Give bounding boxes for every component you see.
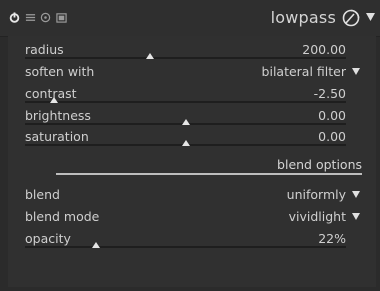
slider-track[interactable] — [25, 101, 346, 103]
saturation-slider[interactable]: saturation 0.00 — [25, 129, 360, 149]
module-header[interactable]: lowpass — [0, 0, 380, 37]
slider-knob[interactable] — [91, 242, 100, 248]
contrast-slider[interactable]: contrast -2.50 — [25, 86, 360, 106]
dropdown-arrow-icon[interactable] — [352, 213, 360, 220]
section-divider — [56, 173, 362, 175]
opacity-value: 22% — [318, 231, 346, 246]
slider-knob[interactable] — [146, 53, 155, 59]
blend-mode-dropdown[interactable]: blend mode vividlight — [25, 209, 360, 229]
opacity-label: opacity — [25, 231, 71, 246]
blend-label: blend — [25, 187, 60, 202]
blend-options-header: blend options — [56, 157, 362, 177]
dropdown-arrow-icon[interactable] — [352, 191, 360, 198]
contrast-value: -2.50 — [313, 86, 346, 101]
radius-slider[interactable]: radius 200.00 — [25, 42, 360, 62]
soften-with-value: bilateral filter — [261, 64, 346, 79]
slider-knob[interactable] — [181, 119, 190, 125]
brightness-label: brightness — [25, 108, 91, 123]
slider-track[interactable] — [25, 57, 346, 59]
blend-mode-value: vividlight — [288, 209, 346, 224]
blend-mode-label: blend mode — [25, 209, 100, 224]
reset-icon[interactable] — [40, 12, 51, 23]
presets-wheel-icon[interactable] — [342, 9, 360, 27]
multi-instance-icon[interactable] — [25, 12, 36, 23]
slider-knob[interactable] — [49, 97, 58, 103]
soften-with-dropdown[interactable]: soften with bilateral filter — [25, 64, 360, 84]
module-title: lowpass — [270, 8, 336, 27]
brightness-slider[interactable]: brightness 0.00 — [25, 108, 360, 128]
lowpass-module-panel: lowpass radius 200.00 soften with bilate… — [0, 0, 380, 291]
saturation-value: 0.00 — [318, 129, 346, 144]
blend-value: uniformly — [286, 187, 346, 202]
slider-knob[interactable] — [181, 140, 190, 146]
radius-value: 200.00 — [302, 42, 346, 57]
dropdown-arrow-icon[interactable] — [352, 68, 360, 75]
soften-with-label: soften with — [25, 64, 95, 79]
slider-track[interactable] — [25, 246, 346, 248]
power-icon[interactable] — [9, 12, 20, 23]
presets-icon[interactable] — [56, 12, 67, 23]
menu-arrow-icon[interactable] — [366, 13, 375, 21]
brightness-value: 0.00 — [318, 108, 346, 123]
saturation-label: saturation — [25, 129, 89, 144]
opacity-slider[interactable]: opacity 22% — [25, 231, 360, 251]
blend-dropdown[interactable]: blend uniformly — [25, 187, 360, 207]
blend-options-title: blend options — [277, 157, 362, 172]
radius-label: radius — [25, 42, 64, 57]
